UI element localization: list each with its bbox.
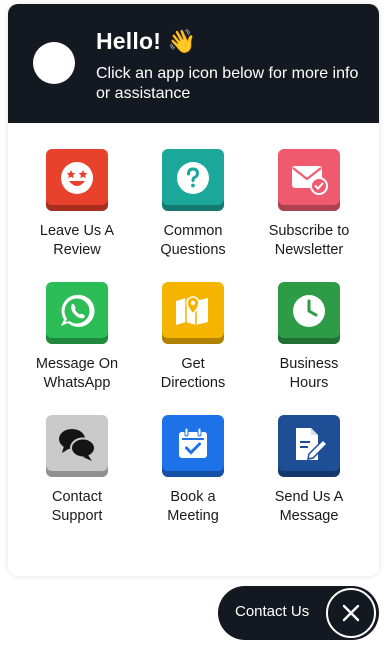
whatsapp-icon (46, 282, 108, 344)
map-pin-icon (162, 282, 224, 344)
app-label-line2: Meeting (167, 508, 219, 524)
app-label-line1: Leave Us A (39, 223, 115, 239)
app-label-line1: Message On (35, 356, 119, 372)
app-get-directions[interactable]: Get Directions (135, 282, 251, 393)
app-label-line1: Send Us A (274, 489, 344, 505)
envelope-check-icon (278, 149, 340, 211)
app-label-line2: Support (51, 508, 103, 524)
widget-header: Hello! 👋 Click an app icon below for mor… (8, 4, 379, 123)
app-leave-review[interactable]: Leave Us A Review (19, 149, 135, 260)
app-subscribe-newsletter[interactable]: Subscribe to Newsletter (251, 149, 367, 260)
contact-us-label: Contact Us (235, 603, 310, 620)
app-whatsapp[interactable]: Message On WhatsApp (19, 282, 135, 393)
app-book-meeting[interactable]: Book a Meeting (135, 415, 251, 526)
app-contact-support[interactable]: Contact Support (19, 415, 135, 526)
close-button[interactable] (326, 588, 376, 638)
calendar-check-icon (162, 415, 224, 477)
app-label-line2: Hours (289, 375, 329, 391)
app-common-questions[interactable]: Common Questions (135, 149, 251, 260)
contact-widget-panel: Hello! 👋 Click an app icon below for mor… (8, 4, 379, 576)
app-label-line1: Common (163, 223, 223, 239)
app-label-line2: Directions (160, 375, 226, 391)
greeting-subtitle: Click an app icon below for more info or… (96, 65, 359, 102)
app-label-line1: Subscribe to (268, 223, 350, 239)
chat-bubbles-icon (46, 415, 108, 477)
greeting-title: Hello! 👋 (96, 28, 197, 54)
app-send-message[interactable]: Send Us A Message (251, 415, 367, 526)
close-icon (342, 604, 360, 622)
app-label-line2: Newsletter (274, 242, 344, 258)
app-business-hours[interactable]: Business Hours (251, 282, 367, 393)
avatar (33, 42, 75, 84)
contact-us-launcher[interactable]: Contact Us (218, 586, 379, 640)
star-face-icon (46, 149, 108, 211)
app-label-line2: Message (279, 508, 339, 524)
clock-icon (278, 282, 340, 344)
question-icon (162, 149, 224, 211)
document-pen-icon (278, 415, 340, 477)
app-label-line1: Book a (170, 489, 216, 505)
app-label-line2: Review (53, 242, 101, 258)
app-label-line2: WhatsApp (43, 375, 111, 391)
app-label-line2: Questions (160, 242, 226, 258)
app-label-line1: Business (279, 356, 339, 372)
app-label-line1: Get (181, 356, 205, 372)
app-label-line1: Contact (52, 489, 102, 505)
